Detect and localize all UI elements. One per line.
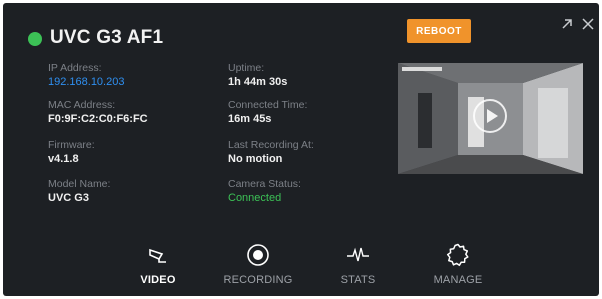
device-name: UVC G3 AF1 <box>50 27 164 48</box>
tab-stats[interactable]: STATS <box>334 243 382 286</box>
firmware-label: Firmware: <box>48 139 95 151</box>
gear-icon <box>425 243 491 267</box>
record-icon <box>219 243 297 267</box>
tab-recording-label: RECORDING <box>223 274 293 286</box>
last-recording-field: Last Recording At: No motion <box>228 139 314 166</box>
tab-video[interactable]: VIDEO <box>134 243 182 286</box>
firmware-value: v4.1.8 <box>48 153 79 165</box>
reboot-button[interactable]: REBOOT <box>407 19 471 43</box>
mac-address-value: F0:9F:C2:C0:F6:FC <box>48 113 148 125</box>
tab-manage-label: MANAGE <box>433 274 483 286</box>
uptime-field: Uptime: 1h 44m 30s <box>228 62 287 89</box>
camera-detail-panel: UVC G3 AF1 REBOOT IP Address: 192.168.10… <box>3 3 599 296</box>
connected-time-field: Connected Time: 16m 45s <box>228 99 307 126</box>
uptime-value: 1h 44m 30s <box>228 76 288 88</box>
model-name-value: UVC G3 <box>48 192 89 204</box>
tab-video-label: VIDEO <box>140 274 176 286</box>
last-recording-value: No motion <box>228 153 283 165</box>
ip-address-link[interactable]: 192.168.10.203 <box>48 75 124 89</box>
camera-status-label: Camera Status: <box>228 178 301 190</box>
model-name-label: Model Name: <box>48 178 111 190</box>
camera-preview-thumbnail[interactable] <box>398 63 583 174</box>
tab-manage[interactable]: MANAGE <box>425 243 491 286</box>
camera-status-field: Camera Status: Connected <box>228 178 301 205</box>
mac-address-label: MAC Address: <box>48 99 116 111</box>
pulse-icon <box>334 243 382 267</box>
tab-recording[interactable]: RECORDING <box>219 243 297 286</box>
mac-address-field: MAC Address: F0:9F:C2:C0:F6:FC <box>48 99 148 126</box>
play-icon[interactable] <box>473 99 507 133</box>
tab-stats-label: STATS <box>340 274 376 286</box>
model-name-field: Model Name: UVC G3 <box>48 178 110 205</box>
close-icon[interactable] <box>579 15 597 33</box>
firmware-field: Firmware: v4.1.8 <box>48 139 95 166</box>
expand-arrow-icon[interactable] <box>558 15 576 33</box>
camera-status-value: Connected <box>228 192 282 204</box>
connected-time-label: Connected Time: <box>228 99 308 111</box>
last-recording-label: Last Recording At: <box>228 139 314 151</box>
online-status-dot <box>28 32 42 46</box>
uptime-label: Uptime: <box>228 62 265 74</box>
ip-address-label: IP Address: <box>48 62 102 74</box>
connected-time-value: 16m 45s <box>228 113 272 125</box>
ip-address-field: IP Address: 192.168.10.203 <box>48 62 124 89</box>
camera-icon <box>134 243 182 267</box>
